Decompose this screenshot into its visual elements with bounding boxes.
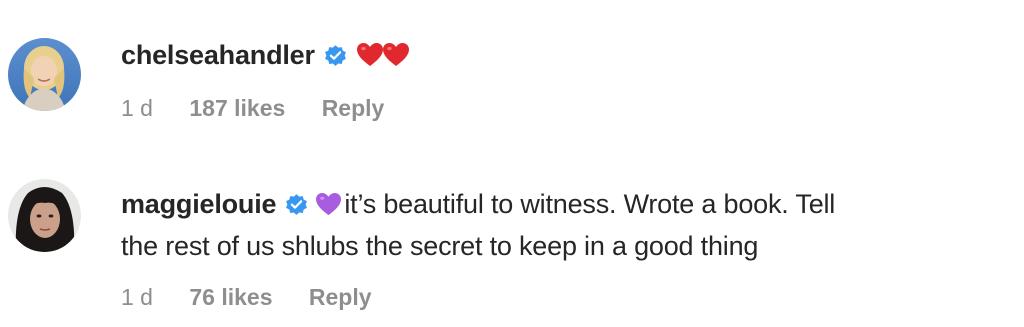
username[interactable]: maggielouie bbox=[121, 189, 277, 219]
purple-heart-emoji-icon bbox=[316, 192, 342, 216]
likes-count[interactable]: 76 likes bbox=[189, 284, 272, 310]
comment-line: the rest of us shlubs the secret to keep… bbox=[121, 225, 994, 267]
verified-badge-icon bbox=[324, 45, 346, 66]
heart-icon bbox=[356, 43, 383, 66]
reply-button[interactable]: Reply bbox=[309, 284, 372, 310]
heart-icon bbox=[382, 43, 409, 66]
comment-text: the rest of us shlubs the secret to keep… bbox=[121, 231, 759, 261]
comment-body: chelseahandler bbox=[121, 34, 994, 80]
comment-meta: 1 d 187 likes Reply bbox=[121, 95, 414, 122]
avatar-image bbox=[8, 179, 81, 252]
reply-button[interactable]: Reply bbox=[322, 95, 385, 121]
comment-time[interactable]: 1 d bbox=[121, 95, 153, 121]
comment-line: chelseahandler bbox=[121, 34, 994, 80]
avatar[interactable] bbox=[8, 179, 81, 252]
verified-badge-icon bbox=[286, 194, 308, 215]
comment-time[interactable]: 1 d bbox=[121, 284, 153, 310]
comment-line: maggielouie it’s beautiful to witness. W… bbox=[121, 183, 994, 225]
avatar-image bbox=[8, 38, 81, 111]
avatar[interactable] bbox=[8, 38, 81, 111]
comments-list: chelseahandler 1 d 187 likes Reply maggi… bbox=[0, 0, 1024, 327]
comment-text: it’s beautiful to witness. Wrote a book.… bbox=[344, 189, 836, 219]
red-hearts-emoji-icon bbox=[356, 38, 409, 80]
username[interactable]: chelseahandler bbox=[121, 40, 315, 70]
comment-body: maggielouie it’s beautiful to witness. W… bbox=[121, 183, 994, 267]
likes-count[interactable]: 187 likes bbox=[189, 95, 285, 121]
comment-item: maggielouie it’s beautiful to witness. W… bbox=[0, 150, 1024, 327]
comment-item: chelseahandler 1 d 187 likes Reply bbox=[0, 0, 1024, 150]
comment-meta: 1 d 76 likes Reply bbox=[121, 284, 402, 311]
